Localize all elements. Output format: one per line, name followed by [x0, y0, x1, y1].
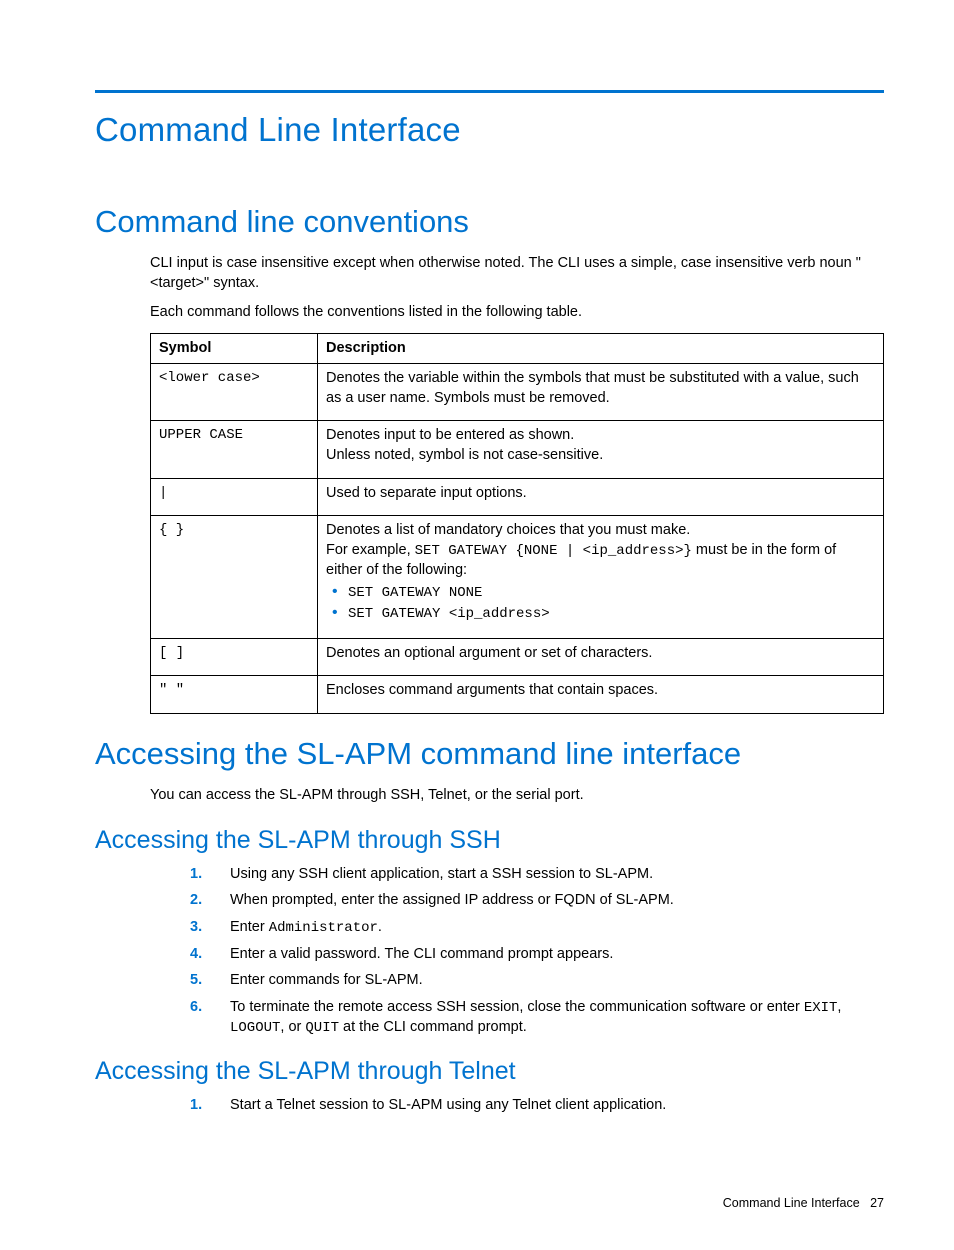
- page-title: Command Line Interface: [95, 111, 884, 149]
- step-pre: To terminate the remote access SSH sessi…: [230, 999, 804, 1015]
- inline-code: LOGOUT: [230, 1020, 280, 1036]
- inline-code: QUIT: [305, 1020, 339, 1036]
- desc-line: Denotes input to be entered as shown.: [326, 427, 574, 443]
- step-post: .: [378, 919, 382, 935]
- step-item: Enter a valid password. The CLI command …: [190, 945, 884, 965]
- desc-cell: Denotes a list of mandatory choices that…: [318, 516, 884, 639]
- symbol-cell: UPPER CASE: [151, 421, 318, 478]
- symbol-cell: <lower case>: [151, 364, 318, 421]
- desc-cell: Denotes an optional argument or set of c…: [318, 638, 884, 676]
- page-footer: Command Line Interface 27: [95, 1196, 884, 1210]
- desc-line: Denotes a list of mandatory choices that…: [326, 522, 690, 538]
- inline-code: Administrator: [269, 920, 378, 936]
- table-row: " " Encloses command arguments that cont…: [151, 676, 884, 714]
- page-container: Command Line Interface Command line conv…: [0, 0, 954, 1250]
- accessing-intro: You can access the SL-APM through SSH, T…: [150, 786, 884, 806]
- footer-label: Command Line Interface: [723, 1196, 860, 1210]
- inline-code: SET GATEWAY {NONE | <ip_address>}: [415, 543, 692, 559]
- desc-cell: Denotes input to be entered as shown. Un…: [318, 421, 884, 478]
- telnet-steps: Start a Telnet session to SL-APM using a…: [190, 1096, 884, 1116]
- section-accessing-title: Accessing the SL-APM command line interf…: [95, 736, 884, 772]
- step-item: Using any SSH client application, start …: [190, 865, 884, 885]
- conventions-table-intro: Each command follows the conventions lis…: [150, 303, 884, 323]
- footer-page-number: 27: [870, 1196, 884, 1210]
- step-item: Enter commands for SL-APM.: [190, 971, 884, 991]
- example-item: SET GATEWAY NONE: [326, 584, 875, 603]
- step-item: When prompted, enter the assigned IP add…: [190, 891, 884, 911]
- desc-cell: Used to separate input options.: [318, 478, 884, 516]
- example-list: SET GATEWAY NONE SET GATEWAY <ip_address…: [326, 584, 875, 624]
- table-row: [ ] Denotes an optional argument or set …: [151, 638, 884, 676]
- step-mid: ,: [837, 999, 841, 1015]
- table-row: UPPER CASE Denotes input to be entered a…: [151, 421, 884, 478]
- step-item: Start a Telnet session to SL-APM using a…: [190, 1096, 884, 1116]
- top-rule: [95, 90, 884, 93]
- telnet-title: Accessing the SL-APM through Telnet: [95, 1057, 884, 1086]
- example-item: SET GATEWAY <ip_address>: [326, 605, 875, 624]
- section-conventions-title: Command line conventions: [95, 204, 884, 240]
- step-item: Enter Administrator.: [190, 918, 884, 938]
- step-item: To terminate the remote access SSH sessi…: [190, 998, 884, 1038]
- step-pre: Enter: [230, 919, 269, 935]
- inline-code: EXIT: [804, 1000, 838, 1016]
- symbol-cell: |: [151, 478, 318, 516]
- desc-line-pre: For example,: [326, 542, 415, 558]
- desc-cell: Denotes the variable within the symbols …: [318, 364, 884, 421]
- desc-cell: Encloses command arguments that contain …: [318, 676, 884, 714]
- ssh-title: Accessing the SL-APM through SSH: [95, 826, 884, 855]
- conventions-intro: CLI input is case insensitive except whe…: [150, 254, 884, 293]
- table-row: | Used to separate input options.: [151, 478, 884, 516]
- symbol-cell: { }: [151, 516, 318, 639]
- col-symbol-header: Symbol: [151, 333, 318, 364]
- table-row: { } Denotes a list of mandatory choices …: [151, 516, 884, 639]
- table-row: <lower case> Denotes the variable within…: [151, 364, 884, 421]
- symbol-cell: [ ]: [151, 638, 318, 676]
- ssh-steps: Using any SSH client application, start …: [190, 865, 884, 1038]
- table-header-row: Symbol Description: [151, 333, 884, 364]
- conventions-table: Symbol Description <lower case> Denotes …: [150, 333, 884, 714]
- step-mid: , or: [280, 1019, 305, 1035]
- symbol-cell: " ": [151, 676, 318, 714]
- step-post: at the CLI command prompt.: [339, 1019, 527, 1035]
- col-description-header: Description: [318, 333, 884, 364]
- desc-line: Unless noted, symbol is not case-sensiti…: [326, 447, 603, 463]
